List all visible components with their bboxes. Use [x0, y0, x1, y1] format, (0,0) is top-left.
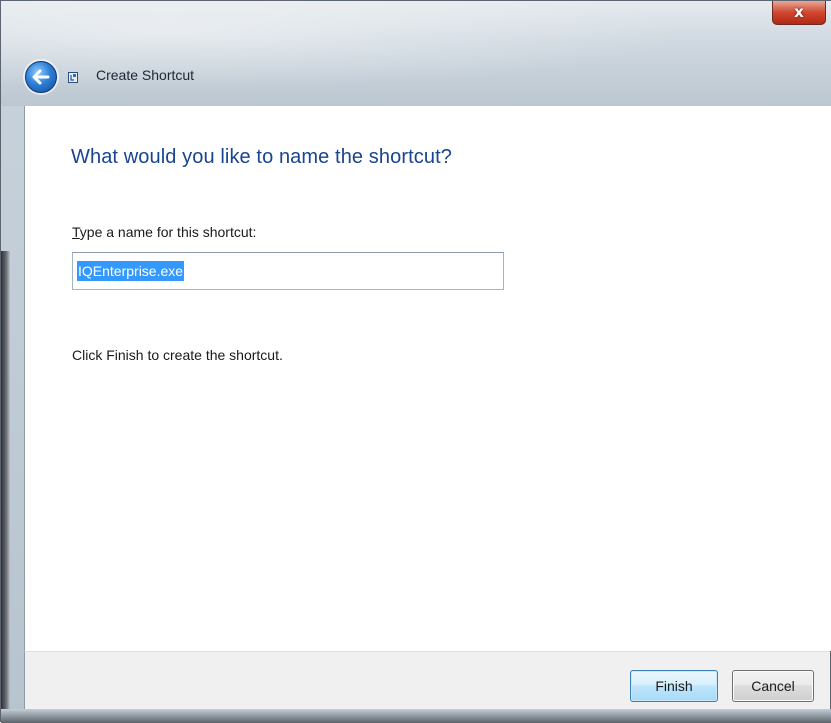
label-mnemonic: T: [72, 224, 80, 240]
title-bar: x Create Shortcut: [1, 1, 831, 106]
window-bottom-edge: [1, 709, 831, 723]
shortcut-name-label: Type a name for this shortcut:: [72, 224, 256, 240]
label-text: ype a name for this shortcut:: [79, 224, 257, 240]
wizard-content: What would you like to name the shortcut…: [24, 106, 831, 651]
shortcut-name-input[interactable]: IQEnterprise.exe: [72, 252, 504, 290]
close-button[interactable]: x: [772, 1, 826, 25]
back-arrow-icon: [32, 69, 50, 85]
window-edge: [1, 251, 10, 711]
wizard-footer: Finish Cancel: [24, 651, 830, 709]
cancel-button[interactable]: Cancel: [732, 670, 814, 702]
page-heading: What would you like to name the shortcut…: [71, 146, 452, 168]
close-icon: x: [794, 3, 804, 21]
create-shortcut-window: x Create Shortcut What would you like to…: [0, 0, 831, 723]
finish-button[interactable]: Finish: [630, 670, 718, 702]
finish-hint: Click Finish to create the shortcut.: [72, 347, 283, 363]
window-title: Create Shortcut: [96, 67, 195, 83]
shortcut-name-value: IQEnterprise.exe: [77, 261, 185, 281]
back-button[interactable]: [25, 61, 57, 93]
shortcut-wizard-icon: [68, 72, 78, 83]
